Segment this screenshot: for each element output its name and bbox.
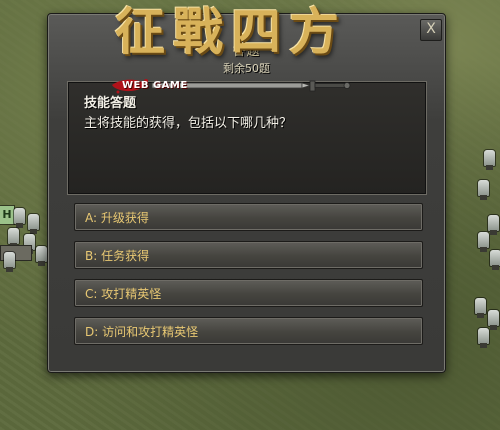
quiz-dialog: 答题 剩余50题 X 技能答题 主将技能的获得，包括以下哪几种？ A: 升级获得… bbox=[47, 13, 446, 373]
soldier-unit[interactable] bbox=[478, 232, 489, 252]
logo-tagline: WEB GAME bbox=[122, 80, 188, 91]
soldier-unit[interactable] bbox=[484, 150, 495, 170]
answer-option-c[interactable]: C: 攻打精英怪 bbox=[74, 279, 423, 307]
soldier-unit[interactable] bbox=[14, 208, 25, 228]
soldier-unit[interactable] bbox=[36, 246, 47, 266]
question-text: 主将技能的获得，包括以下哪几种？ bbox=[84, 116, 293, 131]
soldier-unit[interactable] bbox=[8, 228, 19, 248]
answer-option-d[interactable]: D: 访问和攻打精英怪 bbox=[74, 317, 423, 345]
soldier-unit[interactable] bbox=[475, 298, 486, 318]
question-panel: 技能答题 主将技能的获得，包括以下哪几种？ bbox=[67, 81, 427, 195]
soldier-unit[interactable] bbox=[4, 252, 15, 272]
soldier-unit[interactable] bbox=[478, 328, 489, 348]
close-icon: X bbox=[426, 21, 436, 37]
soldier-unit[interactable] bbox=[490, 250, 500, 270]
soldier-unit[interactable] bbox=[478, 180, 489, 200]
answer-option-b[interactable]: B: 任务获得 bbox=[74, 241, 423, 269]
unit-flag: H bbox=[0, 206, 14, 224]
game-logo-title: 征戰四方 bbox=[115, 2, 347, 61]
flag-label: H bbox=[2, 208, 12, 221]
soldier-unit[interactable] bbox=[488, 215, 499, 235]
answer-option-a[interactable]: A: 升级获得 bbox=[74, 203, 423, 231]
soldier-unit[interactable] bbox=[28, 214, 39, 234]
question-title: 技能答题 bbox=[84, 96, 137, 111]
remaining-count: 剩余50题 bbox=[223, 62, 270, 75]
soldier-unit[interactable] bbox=[488, 310, 499, 330]
close-button[interactable]: X bbox=[420, 19, 442, 41]
